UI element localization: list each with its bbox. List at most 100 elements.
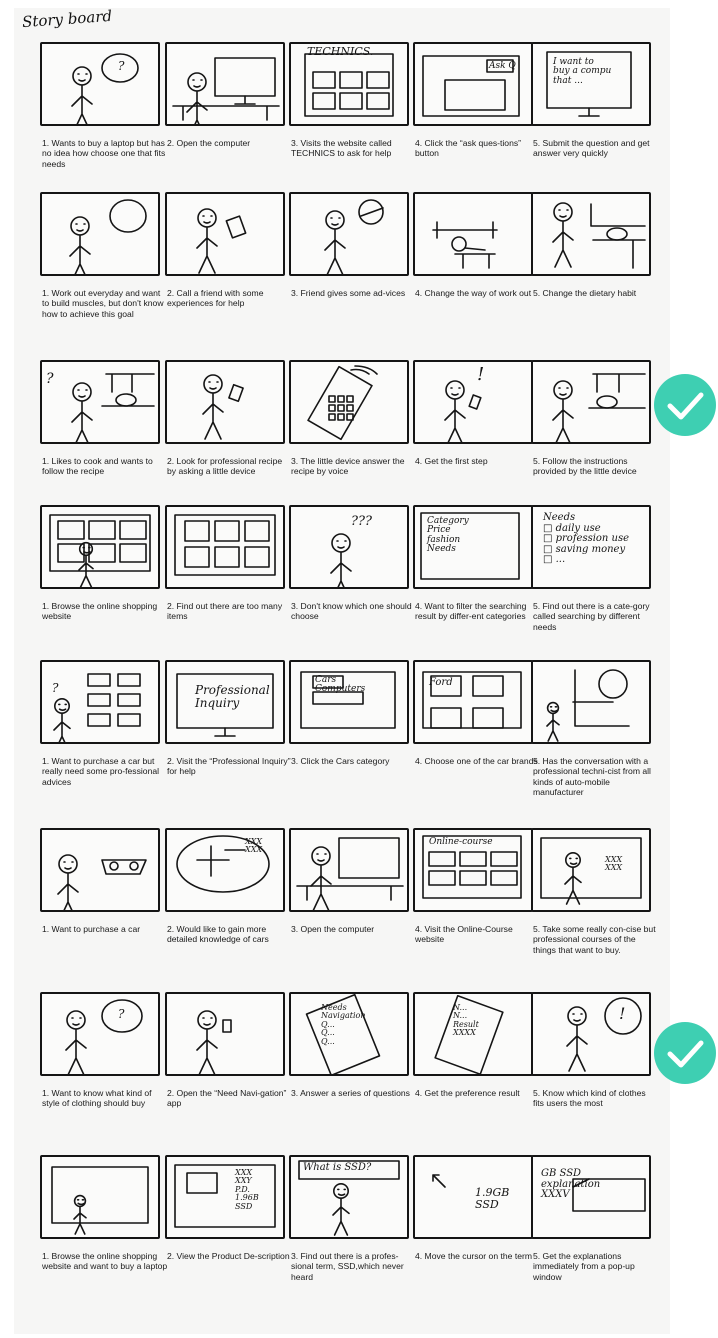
panel-sketch: XXX XXX xyxy=(165,828,285,912)
sketch-drawing xyxy=(296,837,404,910)
sketch-drawing xyxy=(176,835,270,893)
panel-sketch: Online-course xyxy=(413,828,533,912)
panel-caption: 4. Change the way of work out xyxy=(415,288,532,298)
sketch-drawing xyxy=(552,373,646,442)
panel-caption: 2. View the Product De-scription xyxy=(167,1251,290,1261)
panel-handwritten-text: Cars Computers xyxy=(315,675,366,695)
sketch-drawing xyxy=(196,208,247,274)
panel-sketch: Category Price fashion Needs xyxy=(413,505,533,589)
panel-caption: 1. Want to purchase a car but really nee… xyxy=(42,756,160,787)
sketch-drawing xyxy=(432,221,498,269)
panel-handwritten-text: ? xyxy=(52,681,59,695)
sketch-drawing xyxy=(307,365,378,441)
panel-caption: 2. Look for professional recipe by askin… xyxy=(167,456,283,477)
panel-handwritten-text: Needs Navigation Q... Q... Q... xyxy=(321,1003,366,1046)
panel-caption: 3. Friend gives some ad-vices xyxy=(291,288,406,298)
panel-caption: 4. Move the cursor on the term xyxy=(415,1251,533,1261)
panel-handwritten-text: ! xyxy=(477,364,485,385)
sketch-drawing xyxy=(71,53,139,124)
panel-sketch xyxy=(40,505,160,589)
sketch-drawing xyxy=(202,374,244,440)
panel-handwritten-text: Needs □ daily use □ profession use □ sav… xyxy=(543,512,630,565)
sketch-drawing xyxy=(49,514,151,587)
panel-caption: 2. Call a friend with some experiences f… xyxy=(167,288,264,309)
sketch-drawing xyxy=(540,837,642,905)
panel-sketch xyxy=(289,828,409,912)
sketch-drawing xyxy=(546,669,630,742)
panel-sketch: 1.9GB SSD xyxy=(413,1155,533,1239)
sketch-drawing xyxy=(422,671,522,729)
panel-handwritten-text: ? xyxy=(118,1007,125,1021)
panel-handwritten-text: ! xyxy=(619,1004,626,1023)
panel-sketch: Needs □ daily use □ profession use □ sav… xyxy=(531,505,651,589)
panel-sketch xyxy=(531,660,651,744)
panel-caption: 4. Get the preference result xyxy=(415,1088,520,1098)
panel-caption: 5. Know which kind of clothes fits users… xyxy=(533,1088,646,1109)
panel-sketch: Ford xyxy=(413,660,533,744)
sketch-drawing xyxy=(566,997,642,1072)
panel-sketch: ? xyxy=(40,360,160,444)
panel-sketch: GB SSD explanation XXXV xyxy=(531,1155,651,1239)
panel-handwritten-text: XXX XXY P.D. 1.96B SSD xyxy=(235,1168,259,1211)
sketch-drawing xyxy=(432,1174,446,1188)
panel-caption: 3. The little device answer the recipe b… xyxy=(291,456,405,477)
panel-caption: 3. Answer a series of questions xyxy=(291,1088,410,1098)
panel-caption: 4. Click the “ask ques-tions” button xyxy=(415,138,522,159)
sketch-drawing xyxy=(65,999,143,1074)
panel-handwritten-text: Online-course xyxy=(429,837,493,847)
panel-handwritten-text: ? xyxy=(118,59,125,73)
panel-handwritten-text: What is SSD? xyxy=(303,1162,372,1173)
panel-sketch: XXX XXX xyxy=(531,828,651,912)
panel-handwritten-text: Professional Inquiry xyxy=(195,683,270,710)
panel-handwritten-text: Ford xyxy=(429,677,453,688)
panel-caption: 3. Open the computer xyxy=(291,924,375,934)
panel-caption: 4. Want to filter the searching result b… xyxy=(415,601,527,622)
panel-sketch xyxy=(40,828,160,912)
selected-checkmark-icon xyxy=(654,374,716,436)
panel-caption: 2. Open the computer xyxy=(167,138,251,148)
sketch-drawing xyxy=(69,199,147,274)
sketch-drawing xyxy=(51,1166,149,1235)
panel-caption: 2. Would like to gain more detailed know… xyxy=(167,924,269,945)
panel-caption: 5. Follow the instructions provided by t… xyxy=(533,456,637,477)
sketch-drawing xyxy=(552,202,646,269)
sketch-drawing xyxy=(174,1164,276,1228)
panel-caption: 3. Find out there is a profes-sional ter… xyxy=(291,1251,404,1282)
panel-caption: 1. Want to purchase a car xyxy=(42,924,141,934)
panel-sketch: ? xyxy=(40,42,160,126)
sketch-drawing xyxy=(422,55,520,117)
panel-caption: 1. Work out everyday and want to build m… xyxy=(42,288,164,319)
panel-handwritten-text: XXX XXX xyxy=(245,837,263,855)
panel-caption: 2. Visit the “Professional Inquiry” for … xyxy=(167,756,291,777)
panel-sketch xyxy=(165,192,285,276)
panel-sketch: ? xyxy=(40,992,160,1076)
panel-caption: 5. Get the explanations immediately from… xyxy=(533,1251,635,1282)
panel-handwritten-text: Category Price fashion Needs xyxy=(427,516,469,555)
panel-sketch: What is SSD? xyxy=(289,1155,409,1239)
sketch-drawing xyxy=(300,671,396,729)
panel-caption: 1. Want to know what kind of style of cl… xyxy=(42,1088,152,1109)
panel-sketch: Ask Q xyxy=(413,42,533,126)
panel-sketch: N... N... Result XXXX xyxy=(413,992,533,1076)
sketch-drawing xyxy=(330,533,352,587)
panel-caption: 1. Browse the online shopping website xyxy=(42,601,158,622)
panel-caption: 1. Browse the online shopping website an… xyxy=(42,1251,168,1272)
panel-sketch: Professional Inquiry xyxy=(165,660,285,744)
panel-caption: 4. Choose one of the car brands xyxy=(415,756,538,766)
panel-sketch: XXX XXY P.D. 1.96B SSD xyxy=(165,1155,285,1239)
panel-sketch xyxy=(165,505,285,589)
panel-caption: 3. Click the Cars category xyxy=(291,756,390,766)
panel-caption: 5. Submit the question and get answer ve… xyxy=(533,138,650,159)
panel-handwritten-text: XXX XXX xyxy=(605,855,623,873)
panel-sketch xyxy=(531,192,651,276)
panel-handwritten-text: N... N... Result XXXX xyxy=(453,1003,479,1038)
panel-sketch xyxy=(289,192,409,276)
panel-caption: 3. Visits the website called TECHNICS to… xyxy=(291,138,392,159)
sketch-drawing xyxy=(196,1010,232,1074)
panel-handwritten-text: 1.9GB SSD xyxy=(475,1186,510,1211)
panel-caption: 4. Get the first step xyxy=(415,456,488,466)
panel-sketch: ??? xyxy=(289,505,409,589)
panel-sketch: TECHNICS. xyxy=(289,42,409,126)
panel-caption: 2. Open the “Need Navi-gation” app xyxy=(167,1088,287,1109)
panel-sketch xyxy=(165,992,285,1076)
